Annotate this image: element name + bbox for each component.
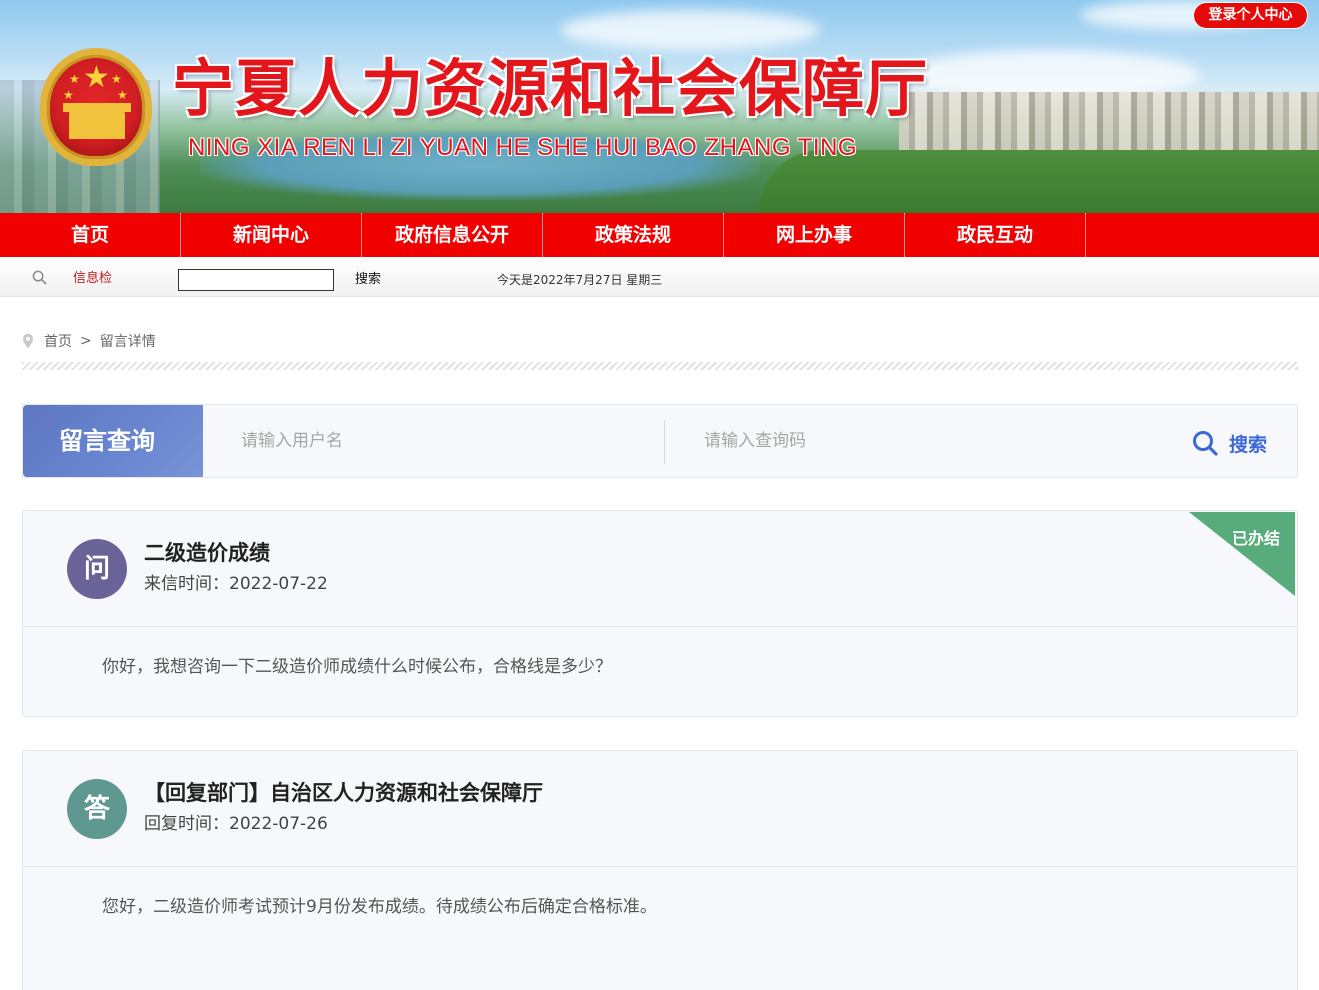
info-search-label: 信息检 <box>73 271 113 286</box>
query-search-button[interactable]: 搜索 <box>1191 429 1267 457</box>
banner-cloud <box>560 10 820 50</box>
nav-item-online-service[interactable]: 网上办事 <box>724 213 905 257</box>
message-query-title: 留言查询 <box>23 405 203 477</box>
emblem-gate-icon <box>63 103 131 139</box>
emblem-star-icon: ★ <box>117 88 128 102</box>
location-pin-icon <box>23 333 33 349</box>
nav-item-home[interactable]: 首页 <box>0 213 181 257</box>
question-card: 问 二级造价成绩 来信时间：2022-07-22 已办结 你好，我想咨询一下二级… <box>22 510 1298 717</box>
breadcrumb-separator: > <box>80 333 92 349</box>
breadcrumb-current: 留言详情 <box>99 334 156 350</box>
breadcrumb: 首页 > 留言详情 <box>22 331 156 351</box>
nav-item-gov-info[interactable]: 政府信息公开 <box>362 213 543 257</box>
search-icon <box>32 270 47 285</box>
username-input[interactable] <box>241 423 641 459</box>
main-nav: 首页 新闻中心 政府信息公开 政策法规 网上办事 政民互动 <box>0 213 1319 257</box>
emblem-star-icon: ★ <box>69 72 80 86</box>
info-search-button[interactable]: 搜索 <box>355 272 381 288</box>
answer-content: 您好，二级造价师考试预计9月份发布成绩。待成绩公布后确定合格标准。 <box>102 897 657 917</box>
answer-time: 回复时间：2022-07-26 <box>144 813 328 835</box>
answer-time-value: 2022-07-26 <box>229 814 328 834</box>
emblem-star-icon: ★ <box>83 60 110 95</box>
query-code-input[interactable] <box>704 423 1124 459</box>
search-icon <box>1193 431 1218 456</box>
answer-header: 答 【回复部门】自治区人力资源和社会保障厅 回复时间：2022-07-26 <box>23 751 1297 867</box>
query-search-label: 搜索 <box>1229 433 1268 456</box>
question-time-label: 来信时间： <box>144 574 229 594</box>
national-emblem-logo: ★ ★ ★ ★ ★ <box>40 48 152 166</box>
info-search-bar: 信息检 搜索 今天是2022年7月27日 星期三 <box>0 257 1319 297</box>
question-header: 问 二级造价成绩 来信时间：2022-07-22 已办结 <box>23 511 1297 627</box>
hatched-divider <box>22 362 1298 370</box>
answer-title: 【回复部门】自治区人力资源和社会保障厅 <box>144 781 543 805</box>
question-title: 二级造价成绩 <box>144 541 270 565</box>
header-banner: ★ ★ ★ ★ ★ 宁夏人力资源和社会保障厅 NING XIA REN LI Z… <box>0 0 1319 213</box>
question-content: 你好，我想咨询一下二级造价师成绩什么时候公布，合格线是多少？ <box>102 657 612 677</box>
login-personal-center-button[interactable]: 登录个人中心 <box>1193 2 1308 29</box>
message-query-panel: 留言查询 搜索 <box>22 404 1298 478</box>
answer-card: 答 【回复部门】自治区人力资源和社会保障厅 回复时间：2022-07-26 您好… <box>22 750 1298 990</box>
nav-item-news[interactable]: 新闻中心 <box>181 213 362 257</box>
answer-avatar: 答 <box>67 779 127 839</box>
current-date: 今天是2022年7月27日 星期三 <box>497 273 663 287</box>
status-badge: 已办结 <box>1231 529 1280 548</box>
info-search-input[interactable] <box>178 269 334 291</box>
site-subtitle: NING XIA REN LI ZI YUAN HE SHE HUI BAO Z… <box>188 134 858 161</box>
question-avatar: 问 <box>67 539 127 599</box>
site-title: 宁夏人力资源和社会保障厅 <box>172 52 929 125</box>
question-time-value: 2022-07-22 <box>229 574 328 594</box>
query-divider <box>664 420 665 464</box>
answer-time-label: 回复时间： <box>144 814 229 834</box>
status-ribbon <box>1189 512 1295 596</box>
emblem-star-icon: ★ <box>111 72 122 86</box>
question-time: 来信时间：2022-07-22 <box>144 573 328 595</box>
emblem-star-icon: ★ <box>63 88 74 102</box>
nav-item-policy[interactable]: 政策法规 <box>543 213 724 257</box>
breadcrumb-home-link[interactable]: 首页 <box>44 331 72 351</box>
nav-item-interaction[interactable]: 政民互动 <box>905 213 1086 257</box>
